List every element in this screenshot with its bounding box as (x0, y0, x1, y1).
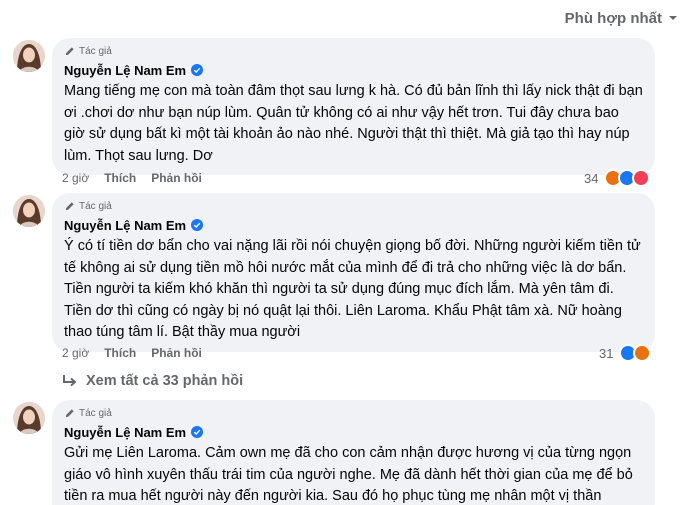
comment-author[interactable]: Nguyễn Lệ Nam Em (64, 425, 186, 440)
view-more-replies[interactable]: Xem tất cả 33 phản hồi (62, 371, 243, 391)
avatar-image (13, 195, 45, 227)
verified-badge-icon (191, 64, 204, 76)
comment-author[interactable]: Nguyễn Lệ Nam Em (64, 63, 186, 78)
comment-time[interactable]: 2 giờ (62, 171, 89, 185)
comment-bubble: Tác giả Nguyễn Lệ Nam Em Mang tiếng mẹ c… (52, 38, 655, 176)
view-more-label: Xem tất cả 33 phản hồi (86, 373, 244, 389)
comment-time[interactable]: 2 giờ (62, 346, 89, 360)
author-badge: Tác giả (64, 43, 643, 59)
sort-label: Phù hợp nhất (564, 9, 662, 27)
comment-author[interactable]: Nguyễn Lệ Nam Em (64, 218, 186, 233)
verified-badge-icon (191, 219, 204, 231)
author-badge: Tác giả (64, 405, 643, 421)
author-badge-label: Tác giả (79, 45, 112, 57)
reaction-summary[interactable]: 31 (599, 344, 652, 362)
avatar[interactable] (13, 195, 45, 227)
pencil-icon (65, 46, 74, 55)
comment-text: Gửi mẹ Liên Laroma. Cảm own mẹ đã cho co… (64, 445, 633, 505)
reaction-count: 31 (599, 345, 614, 361)
reply-button[interactable]: Phản hồi (151, 346, 202, 360)
reaction-summary[interactable]: 34 (584, 169, 651, 187)
reply-button[interactable]: Phản hồi (151, 171, 202, 185)
comment-text: Ý có tí tiền dơ bẩn cho vai nặng lãi rồi… (64, 238, 641, 341)
avatar-image (13, 40, 45, 72)
angry-react-icon (633, 344, 652, 362)
like-button[interactable]: Thích (104, 171, 136, 185)
chevron-down-icon (669, 16, 677, 20)
comment-text: Mang tiếng mẹ con mà toàn đâm thọt sau l… (64, 83, 643, 164)
comment-bubble: Tác giả Nguyễn Lệ Nam Em Ý có tí tiền dơ… (52, 193, 655, 352)
sort-dropdown[interactable]: Phù hợp nhất (565, 8, 678, 28)
pencil-icon (65, 408, 74, 417)
author-badge: Tác giả (64, 198, 643, 214)
reply-arrow-icon (63, 375, 77, 387)
author-badge-label: Tác giả (79, 200, 112, 212)
avatar[interactable] (13, 40, 45, 72)
avatar[interactable] (13, 402, 45, 434)
pencil-icon (65, 201, 74, 210)
reaction-count: 34 (584, 170, 599, 186)
love-react-icon (632, 169, 651, 187)
comment-bubble: Tác giả Nguyễn Lệ Nam Em Gửi mẹ Liên Lar… (52, 400, 655, 505)
avatar-image (13, 402, 45, 434)
author-badge-label: Tác giả (79, 407, 112, 419)
like-button[interactable]: Thích (104, 346, 136, 360)
verified-badge-icon (191, 426, 204, 438)
